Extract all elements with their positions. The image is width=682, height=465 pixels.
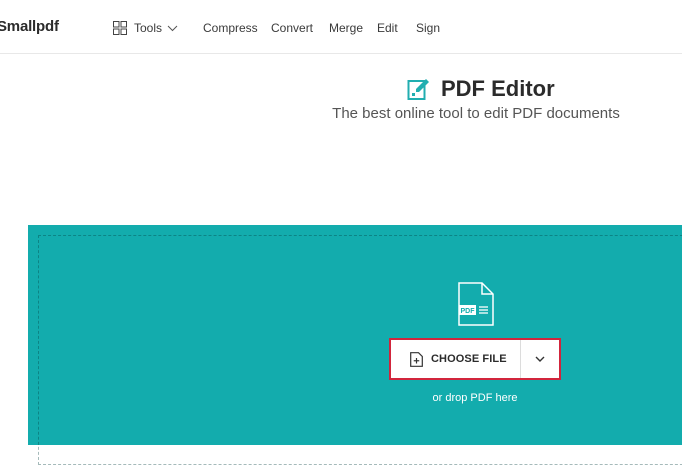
drop-hint-text: or drop PDF here bbox=[432, 392, 518, 404]
page-title: PDF Editor bbox=[407, 75, 555, 103]
pdf-badge-text: PDF bbox=[461, 308, 476, 315]
tools-menu-label: Tools bbox=[134, 21, 163, 35]
choose-file-label: CHOOSE FILE bbox=[431, 353, 507, 365]
drop-zone-border bbox=[38, 235, 682, 465]
nav-link-edit[interactable]: Edit bbox=[377, 21, 398, 35]
chevron-down-icon bbox=[535, 356, 545, 362]
grid-icon bbox=[113, 21, 127, 35]
choose-file-control: CHOOSE FILE bbox=[389, 338, 561, 380]
pdf-file-icon: PDF bbox=[458, 282, 494, 326]
top-navigation-bar: Smallpdf Tools Compress Convert Merge Ed… bbox=[0, 0, 682, 54]
chevron-down-icon bbox=[167, 25, 178, 31]
nav-link-merge[interactable]: Merge bbox=[329, 21, 363, 35]
choose-file-button[interactable]: CHOOSE FILE bbox=[391, 340, 520, 378]
nav-link-convert[interactable]: Convert bbox=[271, 21, 313, 35]
choose-source-dropdown[interactable] bbox=[521, 340, 559, 378]
edit-document-icon bbox=[407, 79, 429, 100]
smallpdf-logo[interactable]: Smallpdf bbox=[0, 18, 59, 35]
page-title-text: PDF Editor bbox=[441, 76, 555, 101]
nav-link-sign[interactable]: Sign bbox=[416, 21, 440, 35]
nav-link-compress[interactable]: Compress bbox=[203, 21, 258, 35]
add-file-icon bbox=[410, 351, 423, 367]
page-subtitle: The best online tool to edit PDF documen… bbox=[332, 105, 620, 122]
file-drop-zone[interactable]: PDF CHOOSE FILE or drop PDF here bbox=[28, 225, 682, 465]
tools-menu-button[interactable]: Tools bbox=[113, 20, 178, 36]
